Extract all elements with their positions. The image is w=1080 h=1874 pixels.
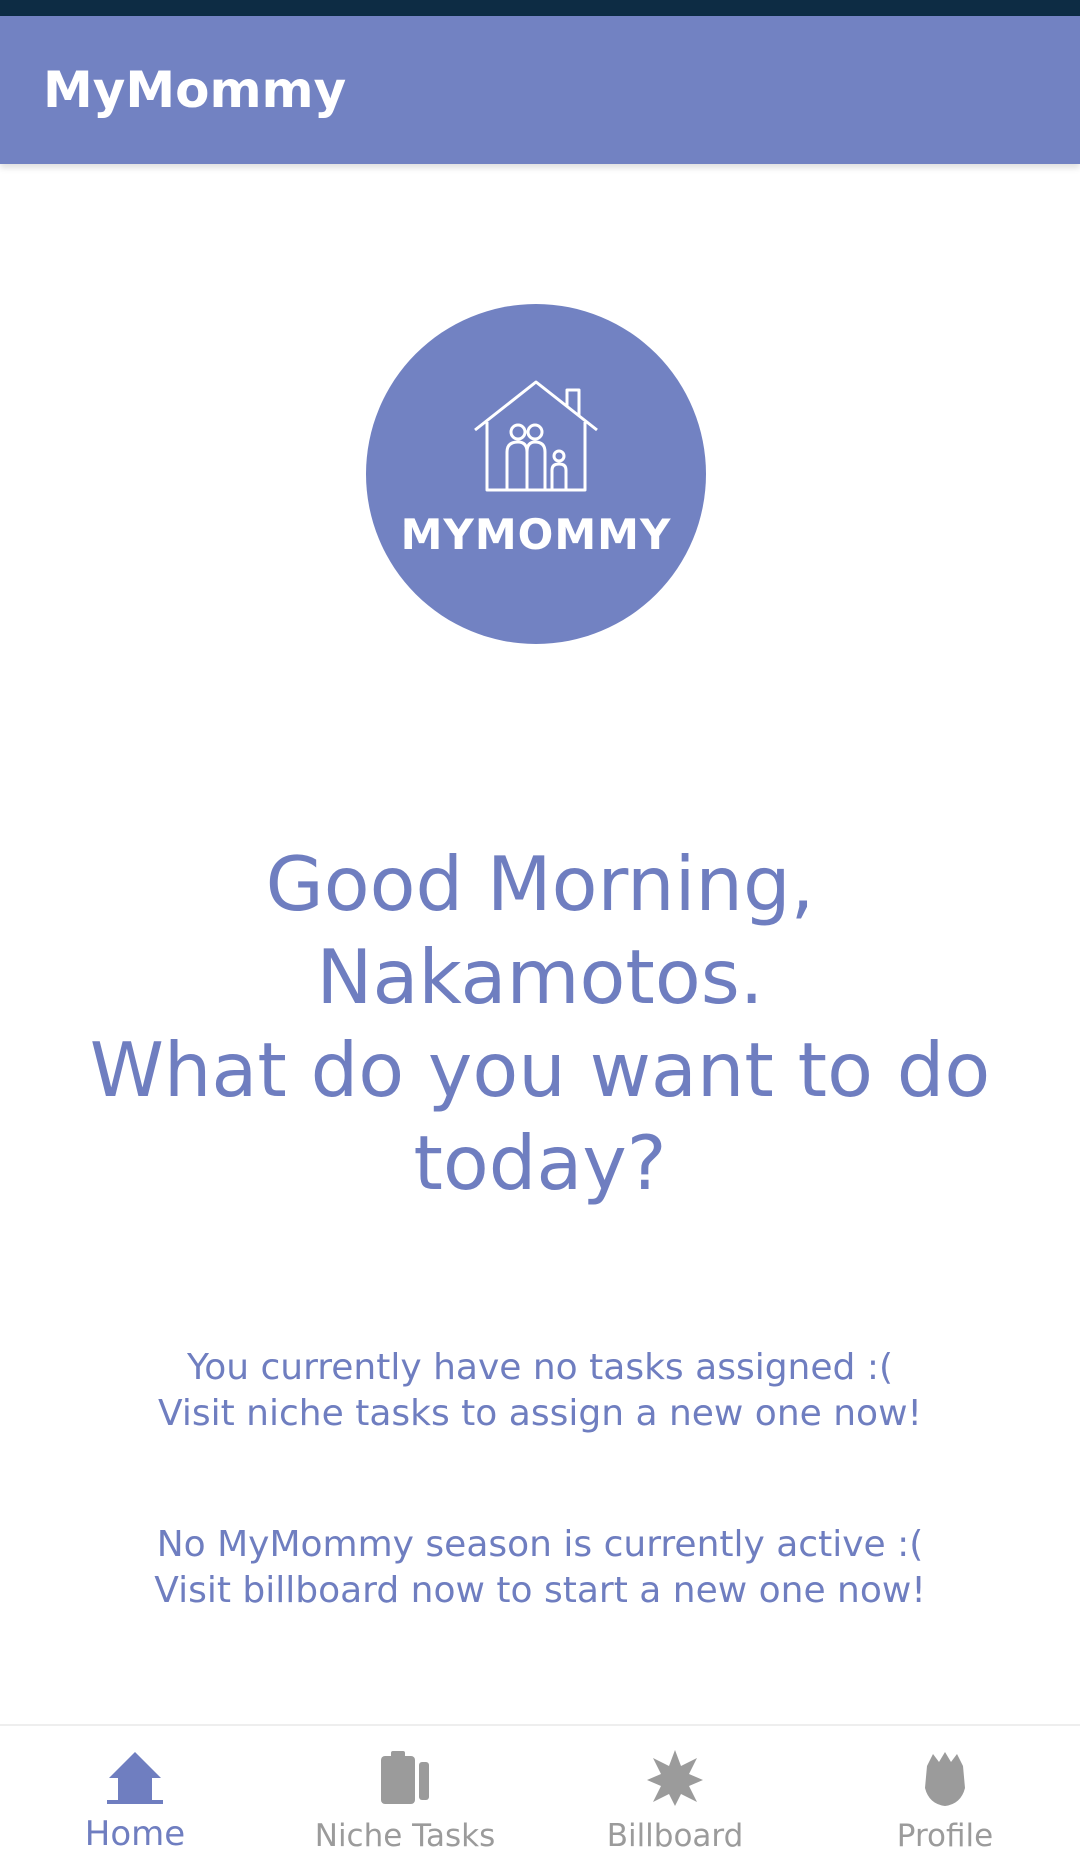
nav-item-profile[interactable]: Profile bbox=[810, 1726, 1080, 1874]
tasks-status-line: You currently have no tasks assigned :( bbox=[186, 1347, 893, 1388]
billboard-icon bbox=[647, 1750, 703, 1806]
house-family-icon bbox=[474, 380, 598, 492]
greeting-line: Good Morning, bbox=[265, 840, 815, 928]
bottom-navigation: Home Niche Tasks Billboard Profile bbox=[0, 1724, 1080, 1874]
nav-item-billboard[interactable]: Billboard bbox=[540, 1726, 810, 1874]
app-title: MyMommy bbox=[43, 61, 347, 119]
season-status-message: No MyMommy season is currently active :(… bbox=[40, 1522, 1040, 1614]
greeting-line: today? bbox=[413, 1119, 667, 1207]
home-icon bbox=[107, 1752, 163, 1804]
tasks-status-line: Visit niche tasks to assign a new one no… bbox=[158, 1393, 922, 1434]
tasks-status-message: You currently have no tasks assigned :( … bbox=[40, 1345, 1040, 1437]
status-bar bbox=[0, 0, 1080, 16]
tasks-icon bbox=[381, 1751, 429, 1804]
greeting-line: Nakamotos. bbox=[316, 933, 764, 1021]
nav-item-home[interactable]: Home bbox=[0, 1726, 270, 1874]
profile-icon bbox=[925, 1752, 965, 1806]
app-bar: MyMommy bbox=[0, 16, 1080, 164]
greeting-line: What do you want to do bbox=[89, 1026, 991, 1114]
nav-item-niche-tasks[interactable]: Niche Tasks bbox=[270, 1726, 540, 1874]
nav-label: Profile bbox=[896, 1818, 994, 1854]
nav-label: Niche Tasks bbox=[314, 1818, 496, 1854]
logo: MYMOMMY bbox=[360, 298, 712, 650]
greeting: Good Morning, Nakamotos. What do you wan… bbox=[40, 838, 1040, 1210]
logo-text: MYMOMMY bbox=[400, 510, 672, 559]
nav-label: Billboard bbox=[606, 1818, 744, 1854]
season-status-line: Visit billboard now to start a new one n… bbox=[154, 1570, 926, 1611]
nav-label: Home bbox=[84, 1814, 186, 1854]
season-status-line: No MyMommy season is currently active :( bbox=[156, 1524, 924, 1565]
